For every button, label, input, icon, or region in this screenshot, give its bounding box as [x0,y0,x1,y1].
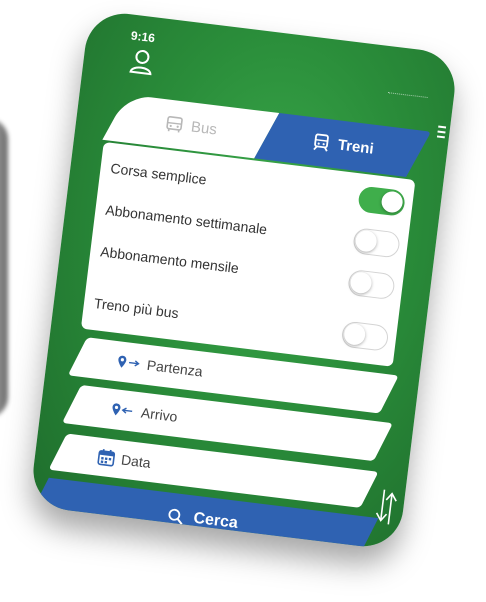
pin-arrow-left-icon [110,402,136,419]
menu-button[interactable] [436,125,447,140]
phone-screen: 9:16 Bus Treni Corsa semplice Abbonament… [28,9,460,551]
option-label: Abbonamento settimanale [104,201,268,238]
status-indicator [387,92,428,102]
toggle-abbonamento-settimanale[interactable] [352,227,401,259]
toggle-knob [349,271,373,295]
toggle-knob [380,190,404,214]
status-time: 9:16 [130,28,156,46]
adjacent-phone-edge [0,118,8,418]
option-label: Corsa semplice [109,159,208,188]
search-icon [168,508,183,525]
toggle-knob [342,322,367,347]
option-label: Treno più bus [93,294,180,322]
departure-label: Partenza [145,356,204,380]
toggle-abbonamento-mensile[interactable] [346,268,396,301]
user-profile-button[interactable] [126,46,157,77]
swap-arrows-icon [375,489,397,525]
toggle-corsa-semplice[interactable] [357,185,407,217]
swap-stations-button[interactable] [371,486,402,529]
toggle-knob [354,229,378,253]
user-icon [129,49,152,76]
toggle-treno-piu-bus[interactable] [340,320,390,352]
date-label: Data [120,451,152,471]
menu-icon [436,125,447,139]
bus-icon [164,114,184,134]
ticket-options-card: Corsa semplice Abbonamento settimanale A… [80,141,416,367]
pin-arrow-right-icon [116,354,142,371]
calendar-icon [96,448,116,468]
train-icon [311,132,331,152]
tab-bus-label: Bus [189,117,218,138]
search-button-label: Cerca [192,509,239,532]
arrival-label: Arrivo [140,404,179,425]
option-label: Abbonamento mensile [99,243,240,277]
screen: 9:16 Bus Treni Corsa semplice Abbonament… [0,0,486,602]
tab-treni-label: Treni [336,135,375,158]
